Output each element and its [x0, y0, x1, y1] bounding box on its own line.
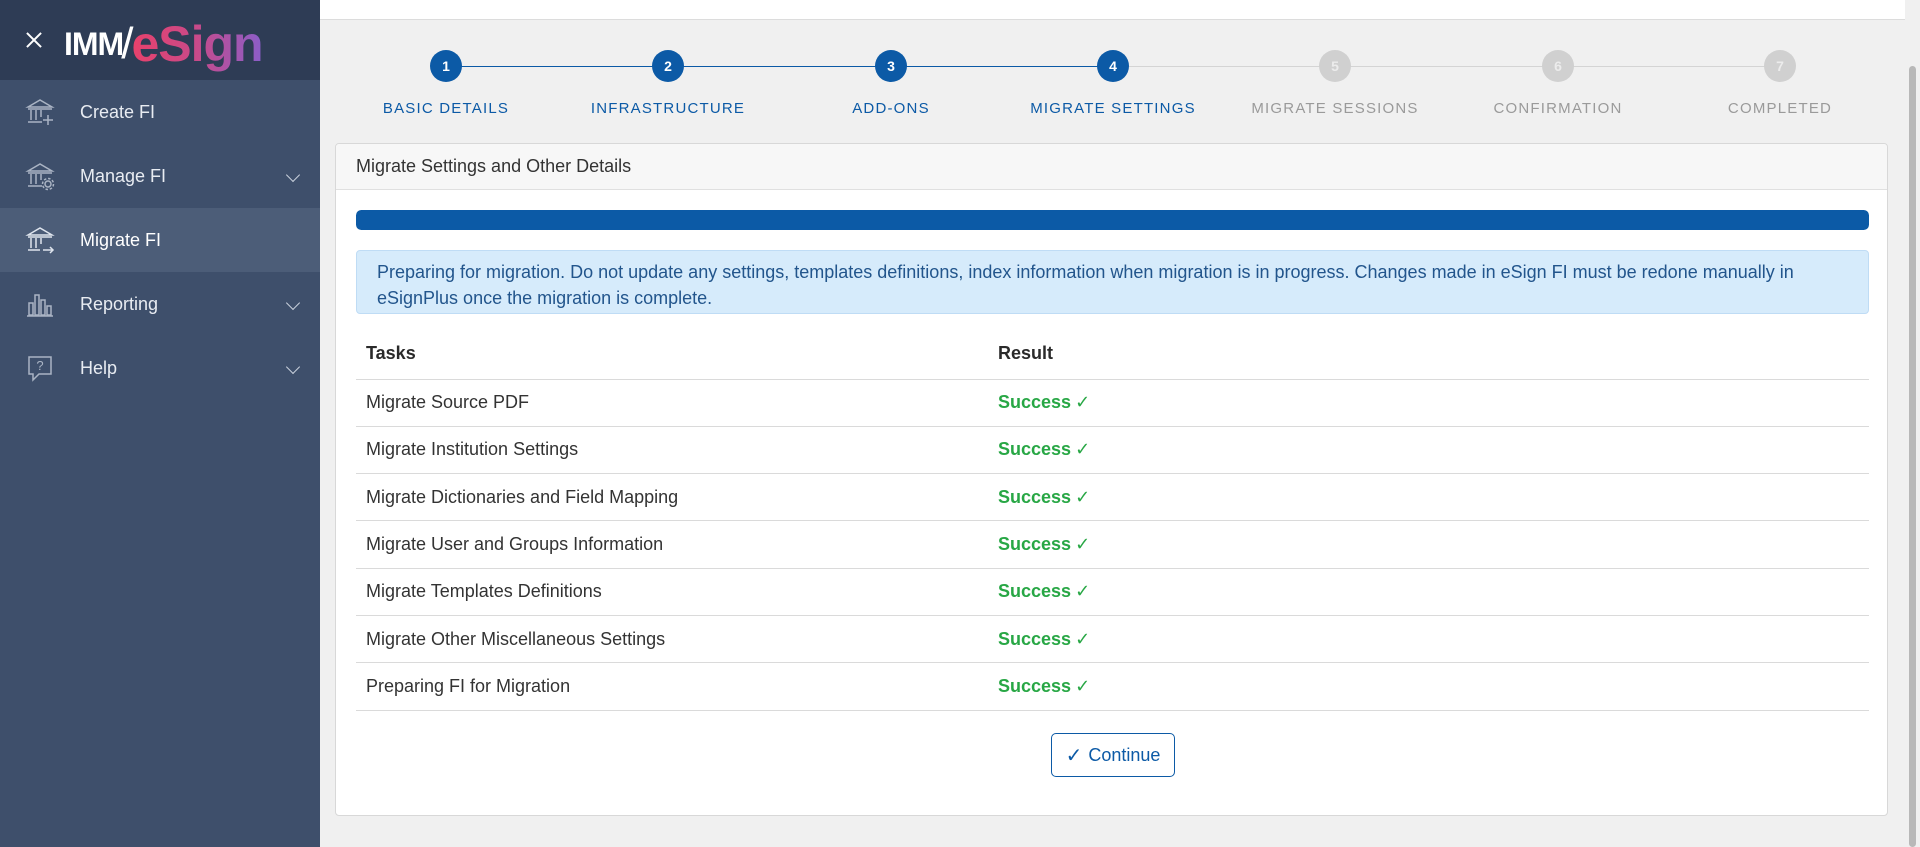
sidebar-item-help[interactable]: ? Help — [0, 336, 320, 400]
step-completed: 7 COMPLETED — [1669, 48, 1891, 117]
chevron-down-icon — [285, 359, 301, 375]
column-header-tasks: Tasks — [356, 329, 988, 380]
checkmark-icon: ✓ — [1075, 534, 1091, 555]
progress-fill — [356, 210, 1869, 230]
task-name: Migrate Institution Settings — [356, 426, 988, 475]
wizard-stepper: 1 BASIC DETAILS 2 INFRASTRUCTURE 3 ADD-O… — [335, 48, 1891, 118]
task-name: Migrate User and Groups Information — [356, 520, 988, 569]
sidebar-item-label: Create FI — [80, 101, 156, 122]
step-number: 1 — [430, 50, 462, 82]
scrollbar-thumb[interactable] — [1909, 66, 1916, 847]
column-header-result: Result — [988, 329, 1869, 380]
sidebar-item-migrate-fi[interactable]: Migrate FI — [0, 208, 320, 272]
step-label: BASIC DETAILS — [382, 100, 510, 117]
task-name: Migrate Templates Definitions — [356, 568, 988, 616]
task-result: Success ✓ — [988, 568, 1869, 616]
step-confirmation: 6 CONFIRMATION — [1447, 48, 1669, 117]
step-number: 5 — [1319, 50, 1351, 82]
success-text: Success — [998, 486, 1072, 507]
bar-chart-icon — [24, 288, 56, 320]
sidebar-nav: Create FI Manage FI Migrate FI Reporting… — [0, 80, 320, 400]
sidebar-item-label: Reporting — [80, 293, 159, 314]
success-text: Success — [998, 439, 1072, 460]
table-row: Preparing FI for Migration Success ✓ — [356, 662, 1869, 711]
logo-esign-text: eSign — [131, 16, 263, 72]
success-text: Success — [998, 534, 1072, 555]
step-number: 4 — [1097, 50, 1129, 82]
checkmark-icon: ✓ — [1075, 392, 1091, 413]
table-row: Migrate User and Groups Information Succ… — [356, 520, 1869, 569]
step-migrate-sessions: 5 MIGRATE SESSIONS — [1224, 48, 1446, 117]
step-basic-details[interactable]: 1 BASIC DETAILS — [335, 48, 557, 117]
continue-label: Continue — [1088, 744, 1161, 765]
table-row: Migrate Institution Settings Success ✓ — [356, 426, 1869, 475]
checkmark-icon: ✓ — [1075, 486, 1091, 507]
sidebar-header: IMM / eSign — [0, 0, 320, 80]
sidebar: IMM / eSign Create FI Manage FI Migrate … — [0, 0, 320, 847]
step-number: 7 — [1764, 50, 1796, 82]
step-number: 3 — [875, 50, 907, 82]
table-row: Migrate Dictionaries and Field Mapping S… — [356, 473, 1869, 522]
step-label: CONFIRMATION — [1493, 100, 1623, 117]
sidebar-item-label: Help — [80, 357, 118, 378]
table-header-row: Tasks Result — [356, 329, 1869, 380]
migration-info-alert: Preparing for migration. Do not update a… — [356, 250, 1869, 314]
logo-imm-text: IMM — [64, 26, 124, 62]
success-text: Success — [998, 581, 1072, 602]
continue-button[interactable]: ✓ Continue — [1051, 733, 1175, 777]
bank-plus-icon — [24, 96, 56, 128]
task-name: Migrate Source PDF — [356, 379, 988, 427]
task-result: Success ✓ — [988, 662, 1869, 711]
checkmark-icon: ✓ — [1065, 744, 1083, 767]
checkmark-icon: ✓ — [1075, 675, 1091, 696]
logo: IMM / eSign — [64, 5, 264, 72]
card-title: Migrate Settings and Other Details — [336, 144, 1887, 190]
table-row: Migrate Source PDF Success ✓ — [356, 379, 1869, 427]
task-result: Success ✓ — [988, 379, 1869, 427]
task-name: Migrate Dictionaries and Field Mapping — [356, 473, 988, 522]
success-text: Success — [998, 392, 1072, 413]
step-label: MIGRATE SESSIONS — [1251, 100, 1419, 117]
sidebar-item-label: Migrate FI — [80, 229, 162, 250]
step-number: 2 — [652, 50, 684, 82]
task-result: Success ✓ — [988, 426, 1869, 475]
chevron-down-icon — [285, 167, 301, 183]
table-row: Migrate Templates Definitions Success ✓ — [356, 568, 1869, 616]
top-bar — [320, 0, 1905, 20]
success-text: Success — [998, 628, 1072, 649]
chevron-down-icon — [285, 295, 301, 311]
bank-arrow-icon — [24, 224, 56, 256]
step-label: ADD-ONS — [852, 100, 930, 117]
migrate-settings-card: Migrate Settings and Other Details Prepa… — [335, 143, 1888, 816]
step-label: MIGRATE SETTINGS — [1030, 100, 1196, 117]
task-result: Success ✓ — [988, 615, 1869, 664]
checkmark-icon: ✓ — [1075, 628, 1091, 649]
migration-progress-bar — [356, 210, 1869, 230]
checkmark-icon: ✓ — [1075, 439, 1091, 460]
step-add-ons[interactable]: 3 ADD-ONS — [780, 48, 1002, 117]
sidebar-item-label: Manage FI — [80, 165, 167, 186]
step-migrate-settings[interactable]: 4 MIGRATE SETTINGS — [1002, 48, 1224, 117]
success-text: Success — [998, 675, 1072, 696]
help-bubble-icon: ? — [24, 352, 56, 384]
step-label: COMPLETED — [1727, 100, 1833, 117]
close-icon[interactable] — [22, 28, 46, 52]
step-label: INFRASTRUCTURE — [590, 100, 746, 117]
step-infrastructure[interactable]: 2 INFRASTRUCTURE — [557, 48, 779, 117]
task-name: Migrate Other Miscellaneous Settings — [356, 615, 988, 664]
task-result: Success ✓ — [988, 473, 1869, 522]
sidebar-item-reporting[interactable]: Reporting — [0, 272, 320, 336]
tasks-table: Tasks Result Migrate Source PDF Success ✓… — [356, 329, 1869, 711]
checkmark-icon: ✓ — [1075, 581, 1091, 602]
table-row: Migrate Other Miscellaneous Settings Suc… — [356, 615, 1869, 664]
sidebar-item-create-fi[interactable]: Create FI — [0, 80, 320, 144]
task-name: Preparing FI for Migration — [356, 662, 988, 711]
step-number: 6 — [1542, 50, 1574, 82]
sidebar-item-manage-fi[interactable]: Manage FI — [0, 144, 320, 208]
bank-gear-icon — [24, 160, 56, 192]
page-scrollbar[interactable] — [1905, 0, 1920, 847]
task-result: Success ✓ — [988, 520, 1869, 569]
svg-text:?: ? — [36, 358, 43, 373]
